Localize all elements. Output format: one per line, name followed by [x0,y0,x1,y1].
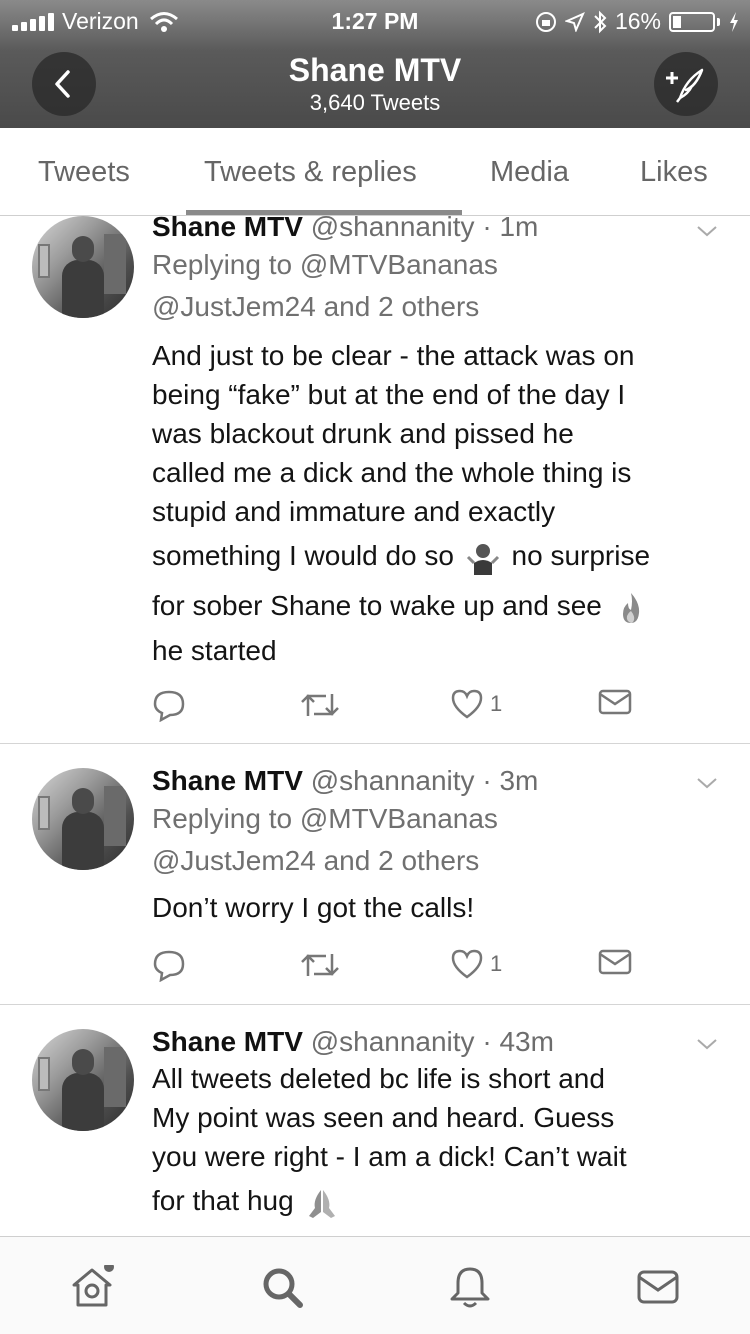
reply-button[interactable] [152,688,186,722]
direct-message-button[interactable] [598,688,632,716]
shrug-emoji-icon [466,543,499,575]
compose-tweet-icon [666,68,704,103]
replying-to-more[interactable]: @JustJem24 and 2 others [152,286,720,328]
replying-to[interactable]: Replying to @MTVBananas [152,244,720,286]
bluetooth-icon [594,10,607,33]
battery-percent: 16% [614,8,661,34]
reply-icon [153,690,185,722]
tweet-text-line: being “fake” but at the end of the day I [152,379,626,410]
tab-likes[interactable]: Likes [640,156,708,189]
orientation-lock-icon [535,11,556,32]
author-handle-time: @shannanity · 1m [310,216,539,242]
replying-to[interactable]: Replying to @MTVBananas [152,798,720,840]
profile-tabs: Tweets Tweets & replies Media Likes [0,128,750,216]
like-button[interactable]: 1 [450,948,502,980]
profile-name: Shane MTV [288,52,462,88]
tweet-item[interactable]: Shane MTV @shannanity · 43m All tweets d… [0,1005,750,1236]
tab-media[interactable]: Media [490,156,569,189]
tweet-text-line: stupid and immature and exactly [152,496,556,527]
author-handle-time: @shannanity · 3m [310,765,539,796]
tweet-header: Shane MTV @shannanity · 43m [152,1025,720,1059]
charging-bolt-icon [730,11,738,32]
active-tab-indicator [186,210,462,215]
bottom-tab-bar [0,1236,750,1334]
tweet-text-line-with-emoji: something I would do so no surprise [152,531,720,581]
tweet-text-line: called me a dick and the whole thing is [152,457,632,488]
home-icon[interactable] [70,1265,114,1309]
replying-to-more[interactable]: @JustJem24 and 2 others [152,840,720,882]
tweet-text-line: he started [152,635,277,666]
author-name[interactable]: Shane MTV [152,216,303,242]
like-heart-icon [451,949,483,979]
tweet-feed[interactable]: Shane MTV @shannanity · 1m Replying to @… [0,216,750,1236]
search-icon[interactable] [260,1265,304,1309]
like-count: 1 [490,951,503,976]
location-icon [564,11,585,32]
tweet-actions: 1 [152,688,652,728]
battery-icon [669,11,715,32]
like-count: 1 [490,691,503,716]
avatar[interactable] [32,1029,134,1131]
author-handle-time: @shannanity · 43m [310,1026,554,1057]
retweet-button[interactable] [300,688,340,722]
tweet-count: 3,640 Tweets [309,90,441,115]
messages-icon[interactable] [636,1265,680,1309]
tweet-text-line-with-emoji: for that hug [152,1176,720,1226]
direct-message-button[interactable] [598,948,632,976]
tweet-text: And just to be clear - the attack was on… [152,336,720,670]
battery-tip [717,17,720,26]
tweet-text: Don’t worry I got the calls! [152,888,720,927]
tweet-text-line: My point was seen and heard. Guess [152,1102,615,1133]
tweet-actions: 1 [152,948,652,988]
author-name[interactable]: Shane MTV [152,765,303,796]
tweet-header: Shane MTV @shannanity · 1m [152,216,720,244]
avatar[interactable] [32,216,134,318]
retweet-icon [301,694,339,716]
tweet-header: Shane MTV @shannanity · 3m [152,764,720,798]
avatar[interactable] [32,768,134,870]
author-name[interactable]: Shane MTV [152,1026,303,1057]
tab-tweets[interactable]: Tweets [38,156,130,189]
profile-title: Shane MTV 3,640 Tweets [0,52,750,118]
tweet-text-line: And just to be clear - the attack was on [152,340,635,371]
tab-tweets-and-replies[interactable]: Tweets & replies [204,156,417,189]
praying-hands-emoji-icon [309,1189,336,1218]
profile-header: Verizon 1:27 PM 16% Shane MTV 3,640 Twee… [0,0,750,128]
retweet-icon [301,954,339,976]
tweet-text-line: Don’t worry I got the calls! [152,892,475,923]
tweet-text-line: All tweets deleted bc life is short and [152,1063,605,1094]
tweet-item[interactable]: Shane MTV @shannanity · 1m Replying to @… [0,216,750,744]
retweet-button[interactable] [300,948,340,982]
notifications-icon[interactable] [448,1265,492,1309]
status-bar: Verizon 1:27 PM 16% [0,0,750,40]
tweet-text-line: you were right - I am a dick! Can’t wait [152,1141,627,1172]
like-button[interactable]: 1 [450,688,502,720]
tweet-text: All tweets deleted bc life is short and … [152,1059,720,1226]
tweet-text-line: was blackout drunk and pissed he [152,418,574,449]
tweet-item[interactable]: Shane MTV @shannanity · 3m Replying to @… [0,744,750,1005]
reply-button[interactable] [152,948,186,982]
reply-icon [153,950,185,982]
direct-message-icon [598,949,632,975]
like-heart-icon [451,689,483,719]
tweet-text-line-with-emoji: for sober Shane to wake up and see [152,581,720,631]
direct-message-icon [598,689,632,715]
compose-tweet-button[interactable] [654,52,718,116]
fire-emoji-icon [622,592,639,623]
